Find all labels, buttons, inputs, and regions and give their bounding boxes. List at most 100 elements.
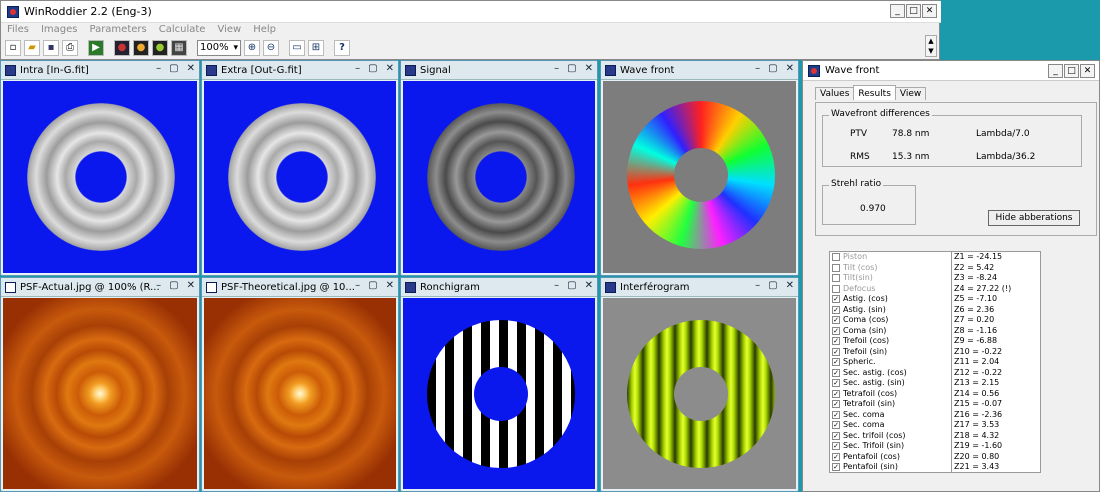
term-checkbox[interactable]: ✓ xyxy=(832,326,840,335)
tile-grid-icon[interactable]: ⊞ xyxy=(308,40,324,56)
tab-view[interactable]: View xyxy=(894,87,927,100)
term-checkbox[interactable]: ✓ xyxy=(832,305,840,314)
term-row[interactable]: ✓Sec. Spher. xyxy=(830,473,952,474)
term-checkbox[interactable]: ✓ xyxy=(832,337,840,346)
minimize-icon[interactable]: – xyxy=(355,280,360,291)
minimize-icon[interactable]: – xyxy=(156,63,161,74)
term-checkbox[interactable]: ✓ xyxy=(832,368,840,377)
new-file-icon[interactable]: ▫ xyxy=(5,40,21,56)
term-checkbox[interactable]: ✓ xyxy=(832,421,840,430)
term-row[interactable]: ✓ Astig. (cos) xyxy=(830,294,952,305)
term-row[interactable]: Tilt(sin) xyxy=(830,273,952,284)
term-checkbox[interactable] xyxy=(832,253,840,262)
term-row[interactable]: ✓ Sec. coma xyxy=(830,420,952,431)
restore-icon[interactable]: ▢ xyxy=(768,63,777,74)
term-checkbox[interactable]: ✓ xyxy=(832,452,840,461)
term-row[interactable]: ✓ Sec. Trifoil (sin) xyxy=(830,441,952,452)
interferogram-window[interactable]: Interférogram – ▢ ✕ xyxy=(600,277,799,492)
close-icon[interactable]: ✕ xyxy=(585,280,593,291)
term-checkbox[interactable] xyxy=(832,284,840,293)
restore-icon[interactable]: ▢ xyxy=(169,280,178,291)
term-row[interactable]: Piston xyxy=(830,252,952,263)
menu-parameters[interactable]: Parameters xyxy=(89,23,146,38)
signal-icon[interactable]: ● xyxy=(152,40,168,56)
term-row[interactable]: ✓ Coma (cos) xyxy=(830,315,952,326)
tab-values[interactable]: Values xyxy=(815,87,855,100)
term-checkbox[interactable]: ✓ xyxy=(832,389,840,398)
minimize-button[interactable]: _ xyxy=(890,4,905,18)
print-icon[interactable]: ⎙ xyxy=(62,40,78,56)
menu-view[interactable]: View xyxy=(217,23,241,38)
term-checkbox[interactable]: ✓ xyxy=(832,295,840,304)
term-row[interactable]: ✓ Trefoil (cos) xyxy=(830,336,952,347)
minimize-icon[interactable]: – xyxy=(554,63,559,74)
term-row[interactable]: ✓ Pentafoil (cos) xyxy=(830,452,952,463)
psf-theoretical-window[interactable]: PSF-Theoretical.jpg @ 10... – ▢ ✕ xyxy=(201,277,399,492)
minimize-icon[interactable]: – xyxy=(156,280,161,291)
save-icon[interactable]: ▪ xyxy=(43,40,59,56)
tile-horizontal-icon[interactable]: ▭ xyxy=(289,40,305,56)
restore-icon[interactable]: ▢ xyxy=(368,63,377,74)
term-row[interactable]: ✓ Sec. trifoil (cos) xyxy=(830,431,952,442)
term-checkbox[interactable]: ✓ xyxy=(832,316,840,325)
term-row[interactable]: ✓ Coma (sin) xyxy=(830,326,952,337)
term-checkbox[interactable]: ✓ xyxy=(832,379,840,388)
restore-icon[interactable]: ▢ xyxy=(368,280,377,291)
maximize-button[interactable]: □ xyxy=(906,4,921,18)
menu-help[interactable]: Help xyxy=(253,23,276,38)
close-icon[interactable]: ✕ xyxy=(386,280,394,291)
minimize-icon[interactable]: – xyxy=(755,280,760,291)
restore-icon[interactable]: ▢ xyxy=(567,280,576,291)
term-row[interactable]: ✓ Sec. coma xyxy=(830,410,952,421)
maximize-button[interactable]: □ xyxy=(1064,64,1079,78)
menu-files[interactable]: Files xyxy=(7,23,29,38)
menu-calculate[interactable]: Calculate xyxy=(159,23,206,38)
help-icon[interactable]: ? xyxy=(334,40,350,56)
term-row[interactable]: ✓ Tetrafoil (sin) xyxy=(830,399,952,410)
close-icon[interactable]: ✕ xyxy=(386,63,394,74)
minimize-icon[interactable]: – xyxy=(355,63,360,74)
close-icon[interactable]: ✕ xyxy=(786,63,794,74)
close-icon[interactable]: ✕ xyxy=(187,280,195,291)
term-row[interactable]: ✓ Sec. astig. (sin) xyxy=(830,378,952,389)
term-checkbox[interactable]: ✓ xyxy=(832,347,840,356)
psf-actual-window[interactable]: PSF-Actual.jpg @ 100% (R... – ▢ ✕ xyxy=(0,277,200,492)
term-checkbox[interactable]: ✓ xyxy=(832,442,840,451)
term-checkbox[interactable] xyxy=(832,263,840,272)
close-icon[interactable]: ✕ xyxy=(585,63,593,74)
term-row[interactable]: ✓ Trefoil (sin) xyxy=(830,347,952,358)
term-row[interactable]: ✓ Spheric. xyxy=(830,357,952,368)
extra-window[interactable]: Extra [Out-G.fit] – ▢ ✕ xyxy=(201,60,399,276)
close-icon[interactable]: ✕ xyxy=(786,280,794,291)
intra-window[interactable]: Intra [In-G.fit] – ▢ ✕ xyxy=(0,60,200,276)
restore-icon[interactable]: ▢ xyxy=(169,63,178,74)
close-icon[interactable]: ✕ xyxy=(187,63,195,74)
zoom-out-icon[interactable]: ⊖ xyxy=(263,40,279,56)
menu-images[interactable]: Images xyxy=(41,23,78,38)
term-checkbox[interactable]: ✓ xyxy=(832,400,840,409)
calculate-icon[interactable]: ▶ xyxy=(88,40,104,56)
minimize-icon[interactable]: – xyxy=(554,280,559,291)
open-folder-icon[interactable]: ▰ xyxy=(24,40,40,56)
term-row[interactable]: ✓ Sec. astig. (cos) xyxy=(830,368,952,379)
term-row[interactable]: ✓ Pentafoil (sin) xyxy=(830,462,952,472)
restore-icon[interactable]: ▢ xyxy=(567,63,576,74)
grid-icon[interactable]: ▦ xyxy=(171,40,187,56)
restore-icon[interactable]: ▢ xyxy=(768,280,777,291)
terms-list[interactable]: Piston Tilt (cos) Tilt(sin) Defocus ✓ Astig. … xyxy=(829,251,953,473)
term-checkbox[interactable]: ✓ xyxy=(832,463,840,472)
minimize-button[interactable]: _ xyxy=(1048,64,1063,78)
tab-results[interactable]: Results xyxy=(853,85,896,100)
extra-image-icon[interactable]: ● xyxy=(133,40,149,56)
term-checkbox[interactable]: ✓ xyxy=(832,431,840,440)
term-row[interactable]: Tilt (cos) xyxy=(830,263,952,274)
signal-window[interactable]: Signal – ▢ ✕ xyxy=(400,60,598,276)
close-button[interactable]: ✕ xyxy=(922,4,937,18)
term-row[interactable]: ✓ Tetrafoil (cos) xyxy=(830,389,952,400)
term-checkbox[interactable]: ✓ xyxy=(832,358,840,367)
term-row[interactable]: Defocus xyxy=(830,284,952,295)
minimize-icon[interactable]: – xyxy=(755,63,760,74)
term-checkbox[interactable]: ✓ xyxy=(832,410,840,419)
zoom-select[interactable]: 100% xyxy=(197,40,241,56)
close-button[interactable]: ✕ xyxy=(1080,64,1095,78)
